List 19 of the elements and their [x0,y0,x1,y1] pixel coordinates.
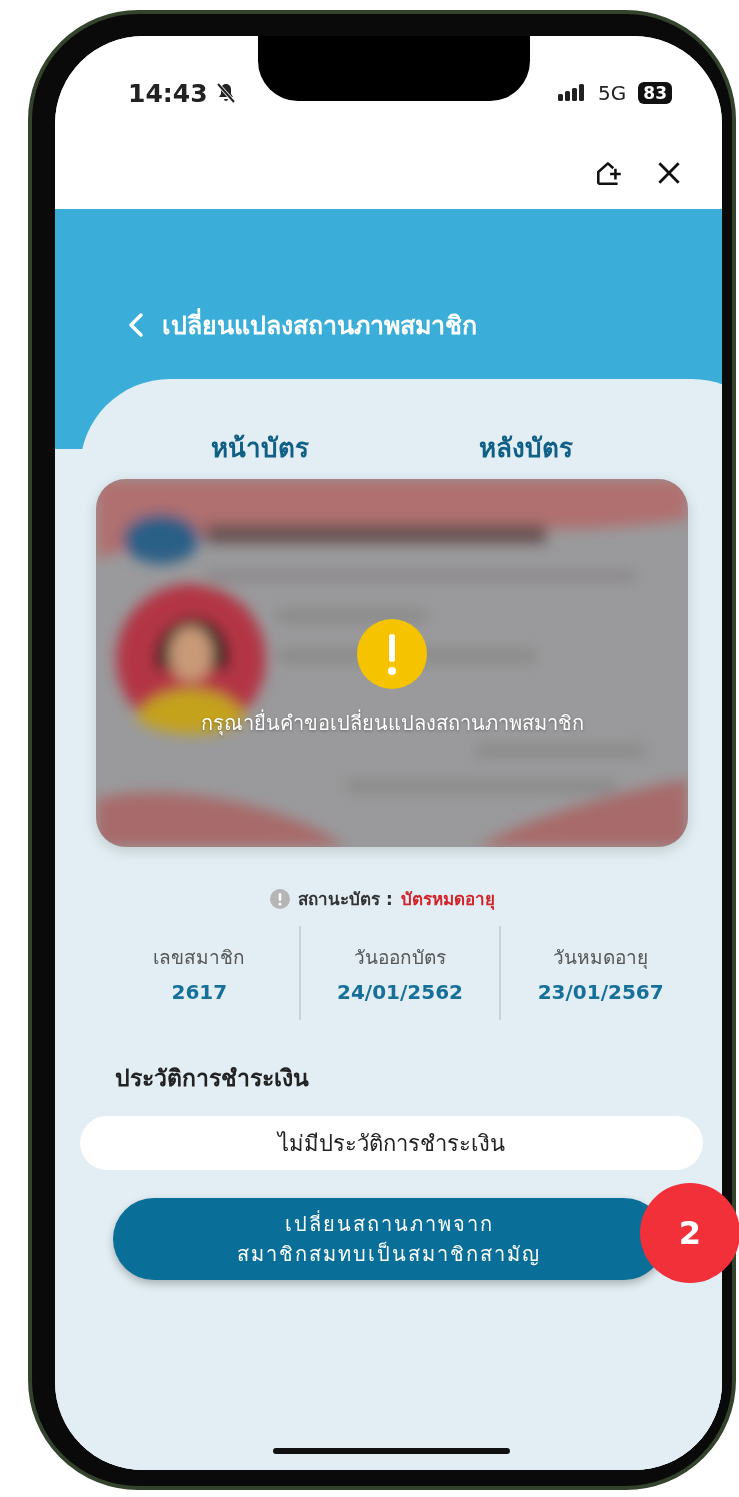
detail-value: 2617 [171,980,228,1004]
section-heading: ประวัติการชำระเงิน [115,1064,309,1093]
battery-indicator: 83 [638,82,672,104]
status-time: 14:43 [128,78,208,108]
network-label: 5G [598,81,627,105]
detail-value: 24/01/2562 [337,980,463,1004]
detail-label: เลขสมาชิก [153,945,246,970]
back-icon[interactable] [128,312,144,338]
card-side-tab[interactable]: หลังบัตร [479,429,573,467]
warning-icon [357,619,427,689]
detail-label: วันหมดอายุ [553,945,649,971]
page-title: เปลี่ยนแปลงสถานภาพสมาชิก [162,305,477,345]
card-side-tab[interactable]: หน้าบัตร [211,429,309,467]
empty-history-message: ไม่มีประวัติการชำระเงิน [80,1116,703,1170]
card-status-value: บัตรหมดอายุ [400,888,495,912]
alert-icon [270,888,290,909]
detail-label: วันออกบัตร [354,945,446,970]
detail-value: 23/01/2567 [537,980,664,1004]
card-status-label: สถานะบัตร : [298,888,393,911]
